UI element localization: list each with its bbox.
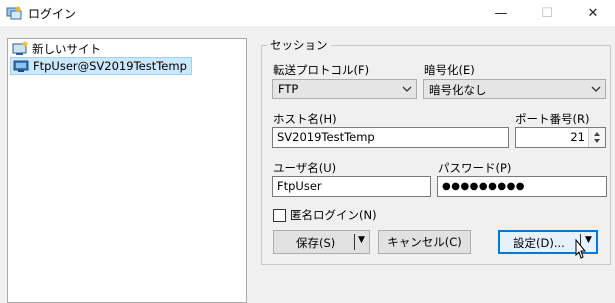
split-divider	[354, 234, 355, 250]
site-tree[interactable]: 新しいサイト FtpUser@SV2019TestTemp	[7, 38, 247, 303]
port-spinner[interactable]: 21	[515, 127, 606, 148]
port-label: ポート番号(R)	[515, 112, 590, 126]
host-label: ホスト名(H)	[273, 112, 337, 126]
window-title: ログイン	[28, 7, 77, 21]
tree-item-stored-site[interactable]: FtpUser@SV2019TestTemp	[10, 57, 192, 75]
close-button[interactable]: ✕	[570, 0, 615, 26]
protocol-select[interactable]: FTP	[272, 79, 417, 99]
tree-item-label: FtpUser@SV2019TestTemp	[33, 59, 187, 73]
port-spin-buttons[interactable]	[588, 128, 605, 147]
maximize-button[interactable]: ☐	[524, 0, 570, 26]
minimize-button[interactable]: —	[478, 0, 524, 26]
save-button[interactable]: 保存(S) ▼	[273, 230, 370, 254]
session-legend: セッション	[267, 37, 331, 53]
encryption-value: 暗号化なし	[429, 83, 487, 97]
encryption-label: 暗号化(E)	[424, 63, 475, 77]
user-label: ユーザ名(U)	[273, 161, 337, 175]
title-bar[interactable]: ログイン — ☐ ✕	[0, 0, 615, 26]
save-button-label: 保存(S)	[296, 236, 336, 250]
user-input[interactable]: FtpUser	[272, 176, 431, 197]
host-input[interactable]: SV2019TestTemp	[272, 127, 509, 148]
chevron-down-icon[interactable]: ▼	[358, 235, 365, 245]
chevron-down-icon	[591, 82, 601, 99]
anonymous-checkbox[interactable]	[273, 209, 286, 222]
mouse-cursor-icon	[572, 238, 588, 268]
stored-site-icon	[13, 59, 29, 79]
tree-item-label: 新しいサイト	[32, 42, 101, 56]
encryption-select[interactable]: 暗号化なし	[423, 79, 606, 99]
app-icon	[6, 5, 22, 24]
protocol-value: FTP	[278, 82, 299, 96]
port-value: 21	[570, 130, 585, 144]
cancel-button[interactable]: キャンセル(C)	[378, 230, 471, 254]
settings-button-label: 設定(D)...	[513, 236, 565, 250]
password-label: パスワード(P)	[438, 161, 512, 175]
tree-item-new-site[interactable]: 新しいサイト	[10, 40, 105, 58]
chevron-down-icon	[402, 82, 412, 99]
protocol-label: 転送プロトコル(F)	[273, 63, 370, 77]
anonymous-label: 匿名ログイン(N)	[290, 208, 377, 222]
password-input[interactable]: ●●●●●●●●●	[437, 176, 607, 197]
